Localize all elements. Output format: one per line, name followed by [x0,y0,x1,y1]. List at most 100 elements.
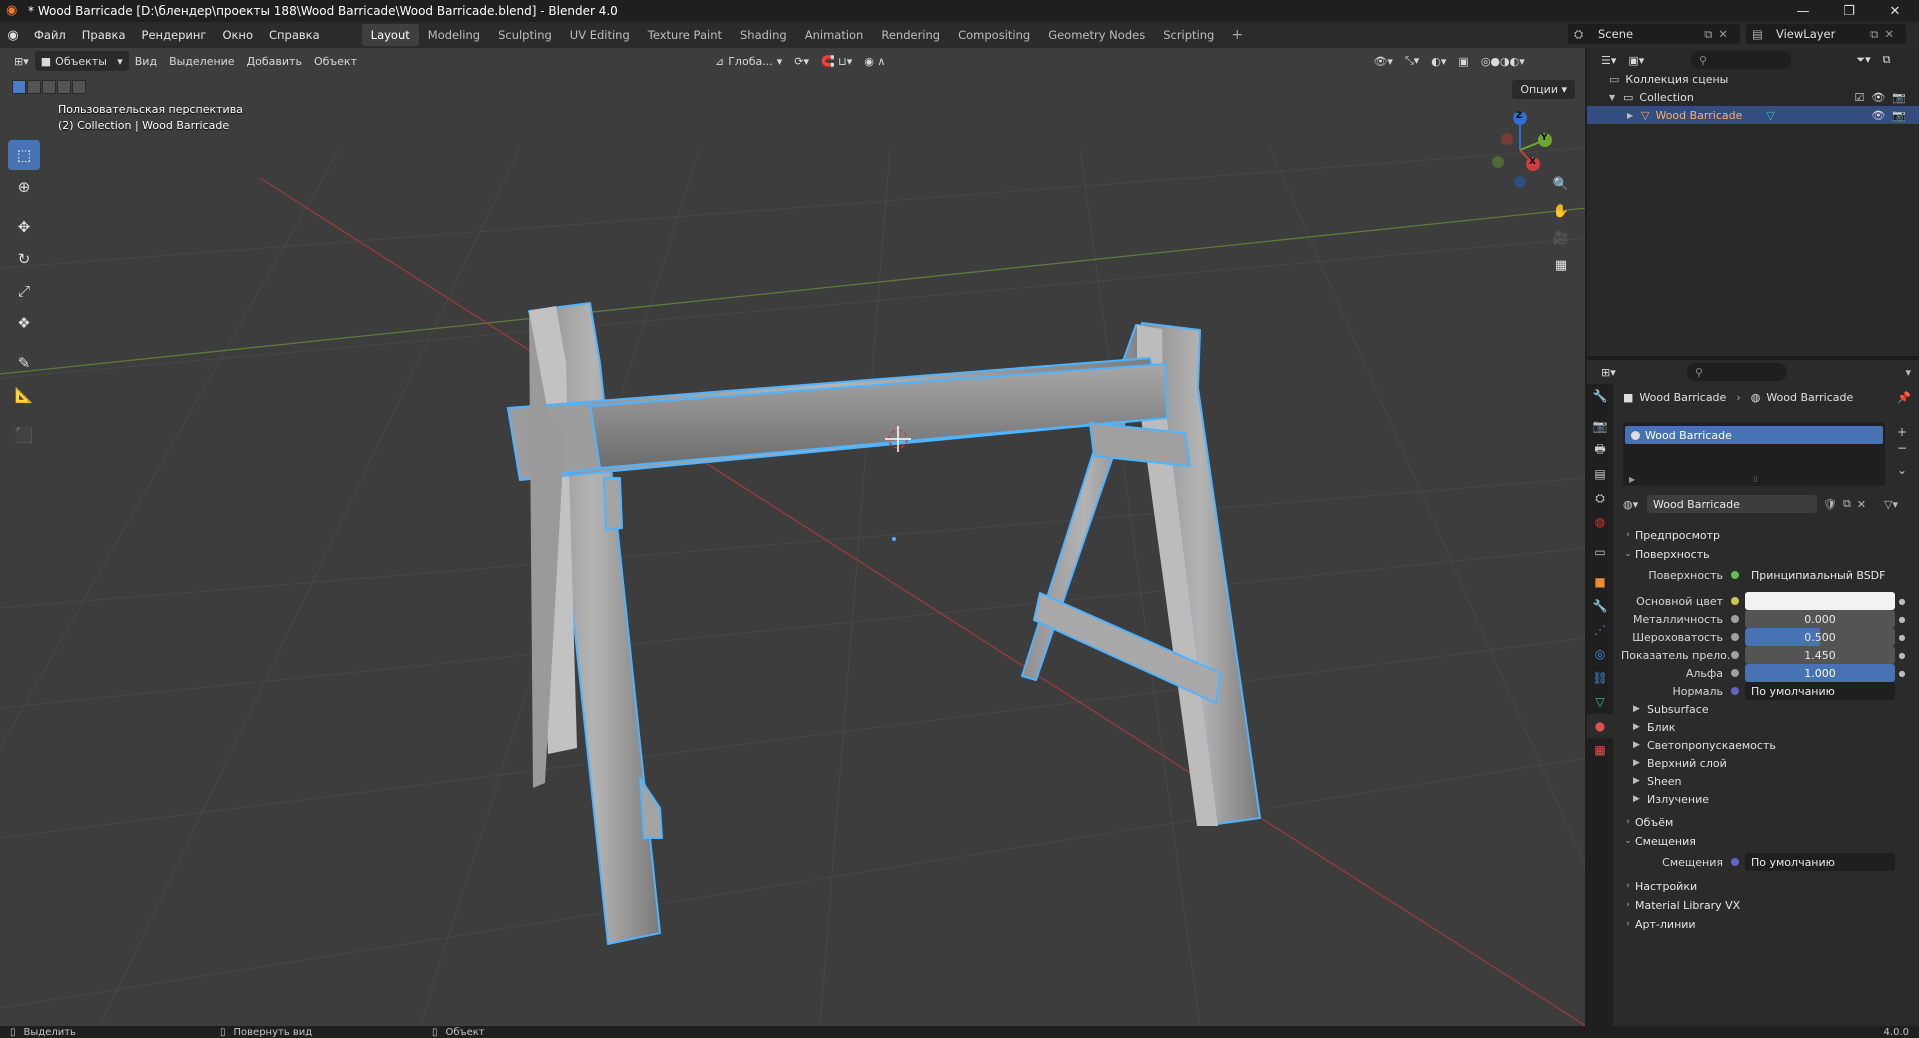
keyframe-dot-icon[interactable]: ● [1895,597,1909,606]
panel-volume[interactable]: › Объём [1621,812,1911,832]
link-type-icon[interactable]: ▽▾ [1884,498,1898,511]
alpha-slider[interactable]: 1.000 [1745,664,1895,682]
tab-shading[interactable]: Shading [731,24,796,46]
scale-tool-icon[interactable]: ⤢ [8,276,40,306]
scene-tab-icon[interactable]: ⛭ [1587,486,1613,510]
material-browse-icon[interactable]: ◍▾ [1623,498,1647,511]
cursor-tool-icon[interactable]: ⊕ [8,172,40,202]
displacement-field[interactable]: По умолчанию [1745,853,1895,871]
subpanel-subsurface[interactable]: ▶ Subsurface [1633,700,1709,718]
panel-material-library[interactable]: › Material Library VX [1621,895,1911,915]
xray-toggle-icon[interactable]: ▣ [1452,51,1474,71]
collection-visibility-icons[interactable]: ☑👁📷 [1854,91,1913,104]
unlink-material-icon[interactable]: ✕ [1857,498,1866,511]
move-tool-icon[interactable]: ✥ [8,212,40,242]
list-resize-handle-icon[interactable]: ⁞⁞ [1753,475,1758,484]
transform-tool-icon[interactable]: ❖ [8,308,40,338]
panel-settings[interactable]: › Настройки [1621,876,1911,896]
add-slot-icon[interactable]: + [1893,424,1911,440]
particles-tab-icon[interactable]: ⋰ [1587,618,1613,642]
tab-layout[interactable]: Layout [361,24,419,46]
properties-editor-type-icon[interactable]: ⊞▾ [1595,362,1622,382]
editor-type-icon[interactable]: ⊞▾ [8,51,35,71]
outliner-row-scene-collection[interactable]: ▭ Коллекция сцены [1587,70,1919,88]
maximize-button[interactable]: ❐ [1826,0,1872,22]
menu-file[interactable]: Файл [26,28,74,42]
surface-shader-row[interactable]: Поверхность Принципиальный BSDF [1621,566,1911,584]
tab-geometry-nodes[interactable]: Geometry Nodes [1039,24,1154,46]
interaction-mode-select[interactable]: ■ Объекты ▾ [34,51,129,71]
keyframe-dot-icon[interactable]: ● [1895,651,1909,660]
menu-window[interactable]: Окно [214,28,261,42]
keyframe-dot-icon[interactable]: ● [1895,615,1909,624]
output-tab-icon[interactable]: 🖶 [1587,438,1613,462]
material-slot-item[interactable]: Wood Barricade [1625,426,1883,444]
slot-menu-icon[interactable]: ⌄ [1893,462,1911,478]
minimize-button[interactable]: — [1780,0,1826,22]
panel-displacement[interactable]: ⌄ Смещения [1621,831,1911,851]
subpanel-specular[interactable]: ▶ Блик [1633,718,1675,736]
measure-tool-icon[interactable]: 📐 [8,380,40,410]
wood-barricade-object[interactable] [507,302,1261,945]
roughness-row[interactable]: Шероховатость 0.500 ● [1621,628,1911,646]
transform-orientation-select[interactable]: ⊿ Глоба... ▾ [709,51,788,71]
tab-animation[interactable]: Animation [796,24,873,46]
menu-help[interactable]: Справка [261,28,328,42]
3d-viewport[interactable]: ⊞▾ ■ Объекты ▾ Вид Выделение Добавить Об… [0,48,1586,1026]
object-tab-icon[interactable]: ■ [1587,570,1613,594]
subpanel-transmission[interactable]: ▶ Светопропускаемость [1633,736,1776,754]
surface-shader-value[interactable]: Принципиальный BSDF [1745,566,1895,584]
rotate-tool-icon[interactable]: ↻ [8,244,40,274]
menu-render[interactable]: Рендеринг [134,28,215,42]
properties-search-input[interactable]: ⚲ [1687,363,1787,381]
fake-user-icon[interactable]: 🛡 [1823,498,1837,511]
ior-row[interactable]: Показатель прело... 1.450 ● [1621,646,1911,664]
pin-icon[interactable]: 📌 [1897,391,1911,404]
overlays-toggle-icon[interactable]: ◐▾ [1425,51,1452,71]
material-tab-icon[interactable]: ● [1587,714,1613,738]
panel-preview[interactable]: › Предпросмотр [1621,525,1911,545]
viewport-menu-object[interactable]: Объект [308,51,363,71]
expand-arrow-icon[interactable]: ▶ [1627,111,1641,120]
roughness-slider[interactable]: 0.500 [1745,628,1895,646]
tab-compositing[interactable]: Compositing [949,24,1039,46]
select-intersect-icon[interactable] [72,80,86,94]
subpanel-coat[interactable]: ▶ Верхний слой [1633,754,1727,772]
tab-scripting[interactable]: Scripting [1154,24,1223,46]
select-subtract-icon[interactable] [42,80,56,94]
outliner-row-wood-barricade[interactable]: ▶ ▽ Wood Barricade ▽ 👁📷 [1587,106,1919,124]
shading-mode-icons[interactable]: ◎●◑◐▾ [1475,51,1531,71]
blender-menu-icon[interactable]: ◉ [0,28,26,43]
collection-tab-icon[interactable]: ▭ [1587,540,1613,564]
new-collection-icon[interactable]: ⧉ [1877,50,1897,70]
world-tab-icon[interactable]: ◍ [1587,510,1613,534]
proportional-edit-icon[interactable]: ◉ ∧ [858,51,891,71]
view-layer-actions[interactable]: ⧉✕ [1870,27,1900,42]
modifiers-tab-icon[interactable]: 🔧 [1587,594,1613,618]
displacement-row[interactable]: Смещения По умолчанию [1621,853,1911,871]
view-layer-selector[interactable]: ▤ ViewLayer ⧉✕ [1746,24,1906,44]
texture-tab-icon[interactable]: ▦ [1587,738,1613,762]
add-cube-tool-icon[interactable]: ⬛ [8,420,40,450]
duplicate-material-icon[interactable]: ⧉ [1843,497,1851,511]
viewport-menu-select[interactable]: Выделение [163,51,241,71]
alpha-row[interactable]: Альфа 1.000 ● [1621,664,1911,682]
panel-line-art[interactable]: › Арт-линии [1621,914,1911,934]
keyframe-dot-icon[interactable]: ● [1895,669,1909,678]
select-extend-icon[interactable] [27,80,41,94]
select-new-icon[interactable] [12,80,26,94]
gizmo-toggle-icon[interactable]: ⤡▾ [1399,51,1425,71]
metallic-slider[interactable]: 0.000 [1745,610,1895,628]
scene-actions[interactable]: ⧉✕ [1704,27,1734,42]
outliner-editor-type-icon[interactable]: ☰▾ [1595,50,1622,70]
normal-field[interactable]: По умолчанию [1745,682,1895,700]
base-color-swatch[interactable] [1745,592,1895,610]
keyframe-dot-icon[interactable]: ● [1895,633,1909,642]
pivot-point-icon[interactable]: ⟳▾ [788,51,815,71]
viewport-menu-view[interactable]: Вид [129,51,163,71]
select-invert-icon[interactable] [57,80,71,94]
pan-hand-icon[interactable]: ✋ [1549,199,1573,223]
menu-edit[interactable]: Правка [74,28,134,42]
material-name-field[interactable]: Wood Barricade [1647,495,1817,513]
snap-icon[interactable]: 🧲 ⊔▾ [815,51,858,71]
